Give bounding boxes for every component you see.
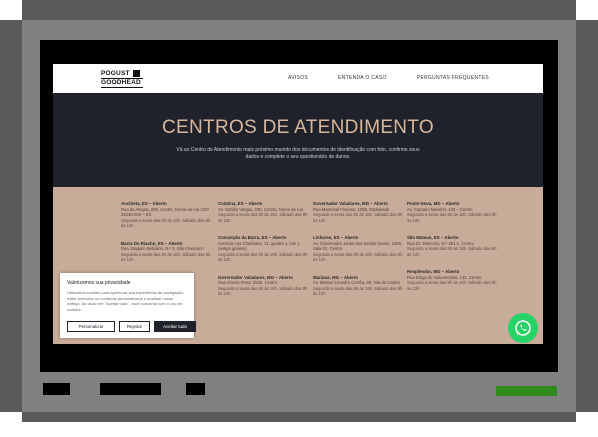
center-hours: Segunda a sexta das 8h às 18h. Sábado da… [218, 251, 308, 263]
cookie-reject-button[interactable]: Rejeitar [119, 321, 150, 332]
site-logo[interactable]: POGUST GOODHEAD [101, 70, 143, 88]
center-hours: Segunda a sexta das 8h às 18h. Sábado da… [218, 212, 308, 223]
site-header: POGUST GOODHEAD AVISOS ENTENDA O CASO PE… [53, 64, 543, 93]
page-title: CENTROS DE ATENDIMENTO [162, 117, 434, 138]
taskbar-item-3[interactable] [186, 383, 205, 395]
centers-column-1: Anchieta, ES – Aberto Rua da Alegria, 28… [121, 201, 213, 275]
browser-viewport: POGUST GOODHEAD AVISOS ENTENDA O CASO PE… [53, 64, 543, 344]
whatsapp-button[interactable] [508, 313, 538, 343]
center-item: Governador Valadares, MG – Aberto Rua Af… [218, 275, 310, 297]
centers-column-2: Colatina, ES – Aberto Av. Getúlio Vargas… [218, 201, 310, 309]
center-hours: Segunda a sexta das 8h às 18h. Sábado da… [121, 217, 211, 229]
cookie-consent-banner: Valorizamos sua privacidade Utilizamos c… [60, 273, 196, 338]
monitor-right-bezel [576, 20, 598, 412]
monitor-left-bezel [0, 20, 22, 412]
cookie-title: Valorizamos sua privacidade [67, 280, 131, 286]
center-item: Ponte Nova, MG – Aberto Av. Caetano Mari… [407, 201, 499, 223]
page-subtitle: Vá ao Centro de Atendimento mais próximo… [176, 147, 420, 160]
nav-link-entenda-o-caso[interactable]: ENTENDA O CASO [338, 75, 387, 81]
center-hours: Segunda a sexta das 8h às 18h. Sábado da… [313, 285, 403, 297]
center-item: Barra Do Riacho, ES – Aberto Rua Joaquim… [121, 241, 213, 263]
center-hours: Segunda a sexta das 8h às 18h. Sábado da… [407, 212, 497, 223]
monitor-bottom-bezel [22, 412, 576, 422]
desktop-stage: POGUST GOODHEAD AVISOS ENTENDA O CASO PE… [0, 0, 598, 437]
cookie-accept-button[interactable]: Aceitar tudo [154, 321, 196, 332]
center-item: Linhares, ES – Aberto Av. Governador Jon… [313, 235, 405, 263]
center-item: São Mateus, ES – Aberto Rua Dr. Moscoso,… [407, 235, 499, 257]
center-hours: Segunda a sexta das 8h às 18h. Sábado da… [121, 251, 211, 263]
center-hours: Segunda a sexta das 8h às 18h. Sábado da… [218, 285, 308, 297]
taskbar-item-2[interactable] [100, 383, 161, 395]
center-address: Av. Manoel Leandro Corrêa, 49, Vila do C… [313, 280, 400, 285]
center-item: Resplendor, MG – Aberto Rua Diogo de Vas… [407, 269, 499, 291]
monitor-top-bezel [22, 0, 576, 20]
whatsapp-icon [515, 320, 531, 336]
center-hours: Segunda a sexta das 8h às 18h. Sábado da… [407, 246, 497, 257]
taskbar-status-green [496, 386, 557, 396]
taskbar [0, 383, 598, 398]
center-address: Rua da Alegria, 285, Centro, Nome da rua… [121, 206, 209, 218]
cookie-text: Utilizamos cookies para aprimorar sua ex… [67, 290, 184, 312]
center-item: Mariana, MG – Aberto Av. Manoel Leandro … [313, 275, 405, 297]
center-item: Conceição da Barra, ES – Aberto Avenida … [218, 235, 310, 263]
center-item: Governador Valadares, MG – Aberto Rua Ma… [313, 201, 405, 223]
hero-section: CENTROS DE ATENDIMENTO Vá ao Centro de A… [53, 93, 543, 187]
center-hours: Segunda a sexta das 8h às 18h. Sábado da… [313, 251, 403, 263]
logo-line-2: GOODHEAD [101, 79, 143, 88]
centers-column-3: Governador Valadares, MG – Aberto Rua Ma… [313, 201, 405, 309]
center-address: Av. Governador Jones dos Santos Neves, 1… [313, 240, 403, 252]
centers-column-4: Ponte Nova, MG – Aberto Av. Caetano Mari… [407, 201, 499, 303]
cookie-customize-button[interactable]: Personalizar [67, 321, 115, 332]
main-nav: AVISOS ENTENDA O CASO PERGUNTAS FREQUENT… [288, 75, 489, 81]
logo-square-icon [133, 70, 140, 77]
taskbar-item-1[interactable] [43, 383, 70, 395]
center-item: Anchieta, ES – Aberto Rua da Alegria, 28… [121, 201, 213, 229]
nav-link-perguntas-frequentes[interactable]: PERGUNTAS FREQUENTES [417, 75, 489, 81]
center-item: Colatina, ES – Aberto Av. Getúlio Vargas… [218, 201, 310, 223]
cookie-buttons: Personalizar Rejeitar Aceitar tudo [67, 321, 196, 332]
nav-link-avisos[interactable]: AVISOS [288, 75, 308, 81]
center-address: Avenida Ana Charleaux, 11, quadra 1, lot… [218, 240, 300, 252]
center-hours: Segunda a sexta das 8h às 18h. Sábado da… [313, 212, 403, 223]
center-hours: Segunda a sexta das 8h às 18h. Sábado da… [407, 280, 497, 291]
center-address: Rua Joaquim Belizário, N.º 0, São Franci… [121, 246, 204, 251]
